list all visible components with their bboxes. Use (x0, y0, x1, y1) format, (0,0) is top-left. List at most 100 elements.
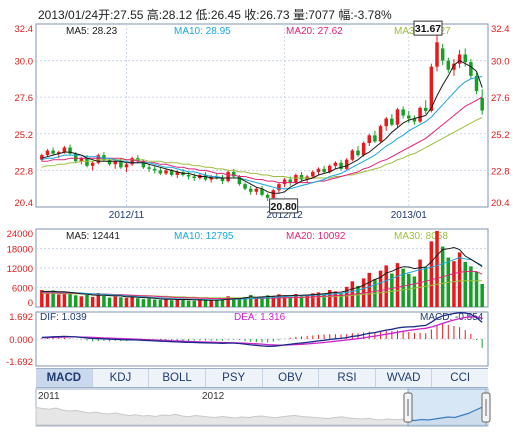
candle-body (373, 135, 377, 142)
candle-body (248, 188, 253, 192)
macd-panel: 1.6920.000-1.692DIF: 1.039 DEA: 1.316 MACD… (6, 311, 489, 368)
tab-obv[interactable]: OBV (263, 369, 320, 387)
tab-macd[interactable]: MACD (36, 369, 93, 387)
candle-body (418, 107, 422, 122)
volume-legend-1: MA10: 12795 (174, 231, 234, 242)
candle-body (469, 62, 473, 76)
price-xtick: 2013/01 (391, 210, 428, 221)
navigator-selection (407, 388, 487, 427)
volume-ytick-left: 12000 (7, 264, 33, 275)
price-ytick-left: 27.6 (15, 93, 34, 104)
candle-body (164, 170, 168, 174)
price-ytick-left: 30.0 (15, 57, 34, 68)
candle-body (265, 194, 270, 198)
candle-body (186, 174, 191, 177)
price-ytick-left: 22.8 (15, 166, 34, 177)
candle-body (378, 126, 383, 142)
tab-cci[interactable]: CCI (432, 369, 488, 387)
volume-legend-0: MA5: 12441 (66, 231, 120, 242)
volume-bar (90, 296, 95, 307)
price-panel: 32.4 32.4 30.0 30.0 27.6 27.6 25.2 25.2 22.8 22.8… (15, 20, 510, 221)
volume-bar (124, 297, 129, 307)
candle-body (141, 161, 146, 168)
volume-bar (215, 300, 219, 307)
candle-body (322, 168, 326, 172)
volume-bar (113, 296, 117, 307)
candle-body (395, 109, 400, 125)
tab-kdj[interactable]: KDJ (93, 369, 150, 387)
volume-bar (158, 299, 163, 307)
candle-body (277, 184, 281, 191)
volume-bar (45, 292, 50, 307)
price-ytick-right: 27.6 (491, 93, 510, 104)
candle-body (407, 115, 411, 119)
high-marker-label: 31.67 (415, 23, 441, 35)
candle-body (446, 60, 451, 70)
volume-bar (435, 230, 439, 307)
price-ytick-right: 25.2 (491, 130, 510, 141)
candle-body (90, 162, 95, 166)
macd-legend-1: DEA: 1.316 (234, 312, 286, 323)
candle-body (62, 147, 67, 153)
volume-ytick-left: 24000 (7, 229, 33, 240)
candle-body (463, 54, 467, 63)
indicator-tabs: MACD KDJ BOLL PSY OBV RSI WVAD CCI (36, 368, 488, 388)
candle-body (435, 42, 439, 67)
volume-bar (169, 300, 174, 307)
tab-boll[interactable]: BOLL (149, 369, 206, 387)
candle-body (440, 48, 445, 61)
volume-bar (141, 299, 146, 307)
volume-bar (68, 293, 72, 307)
candle-body (51, 150, 55, 154)
volume-bar (407, 273, 411, 307)
candle-body (119, 161, 123, 168)
volume-bar (62, 292, 67, 307)
macd-ytick-left: -1.692 (6, 357, 33, 368)
candle-body (316, 168, 321, 172)
navigator-year-label: 2012 (202, 391, 225, 402)
volume-bar (384, 265, 388, 307)
volume-bar (254, 298, 259, 307)
volume-bar (463, 261, 467, 307)
candle-body (367, 135, 372, 143)
price-ytick-left: 25.2 (15, 130, 34, 141)
candle-body (390, 118, 394, 125)
price-ytick-right: 30.0 (491, 57, 510, 68)
price-legend-1: MA10: 28.95 (174, 26, 231, 37)
volume-bar (181, 299, 185, 307)
price-ytick-left: 32.4 (15, 24, 34, 35)
candle-body (147, 167, 151, 169)
volume-ytick-left: 6000 (12, 284, 33, 295)
candle-body (85, 158, 89, 166)
volume-ytick-left: 18000 (7, 245, 33, 256)
volume-bar (107, 297, 112, 307)
volume-bar (288, 296, 292, 307)
candle-body (158, 170, 163, 174)
candle-body (226, 171, 230, 182)
volume-bar (429, 241, 434, 307)
tab-wvad[interactable]: WVAD (376, 369, 433, 387)
volume-bar (474, 271, 479, 307)
volume-bar (203, 300, 208, 307)
volume-ytick-left: 0 (28, 298, 33, 309)
tab-psy[interactable]: PSY (206, 369, 263, 387)
price-legend-2: MA20: 27.62 (286, 26, 343, 37)
candle-body (124, 164, 129, 168)
candle-body (107, 159, 112, 165)
candle-body (130, 158, 134, 165)
candle-body (311, 171, 315, 177)
volume-bar (356, 285, 360, 307)
volume-bar (79, 296, 84, 307)
price-ytick-right: 32.4 (491, 24, 510, 35)
tab-rsi[interactable]: RSI (319, 369, 376, 387)
macd-ytick-left: 0.000 (9, 335, 33, 346)
candle-body (45, 150, 50, 156)
candle-body (192, 176, 197, 179)
candle-body (401, 109, 405, 116)
navigator-panel[interactable]: 2011 2012 (35, 388, 491, 427)
volume-bar (175, 299, 180, 307)
volume-bar (147, 298, 151, 307)
candle-body (271, 190, 276, 198)
price-ytick-left: 20.4 (15, 198, 34, 209)
volume-bar (164, 298, 168, 307)
